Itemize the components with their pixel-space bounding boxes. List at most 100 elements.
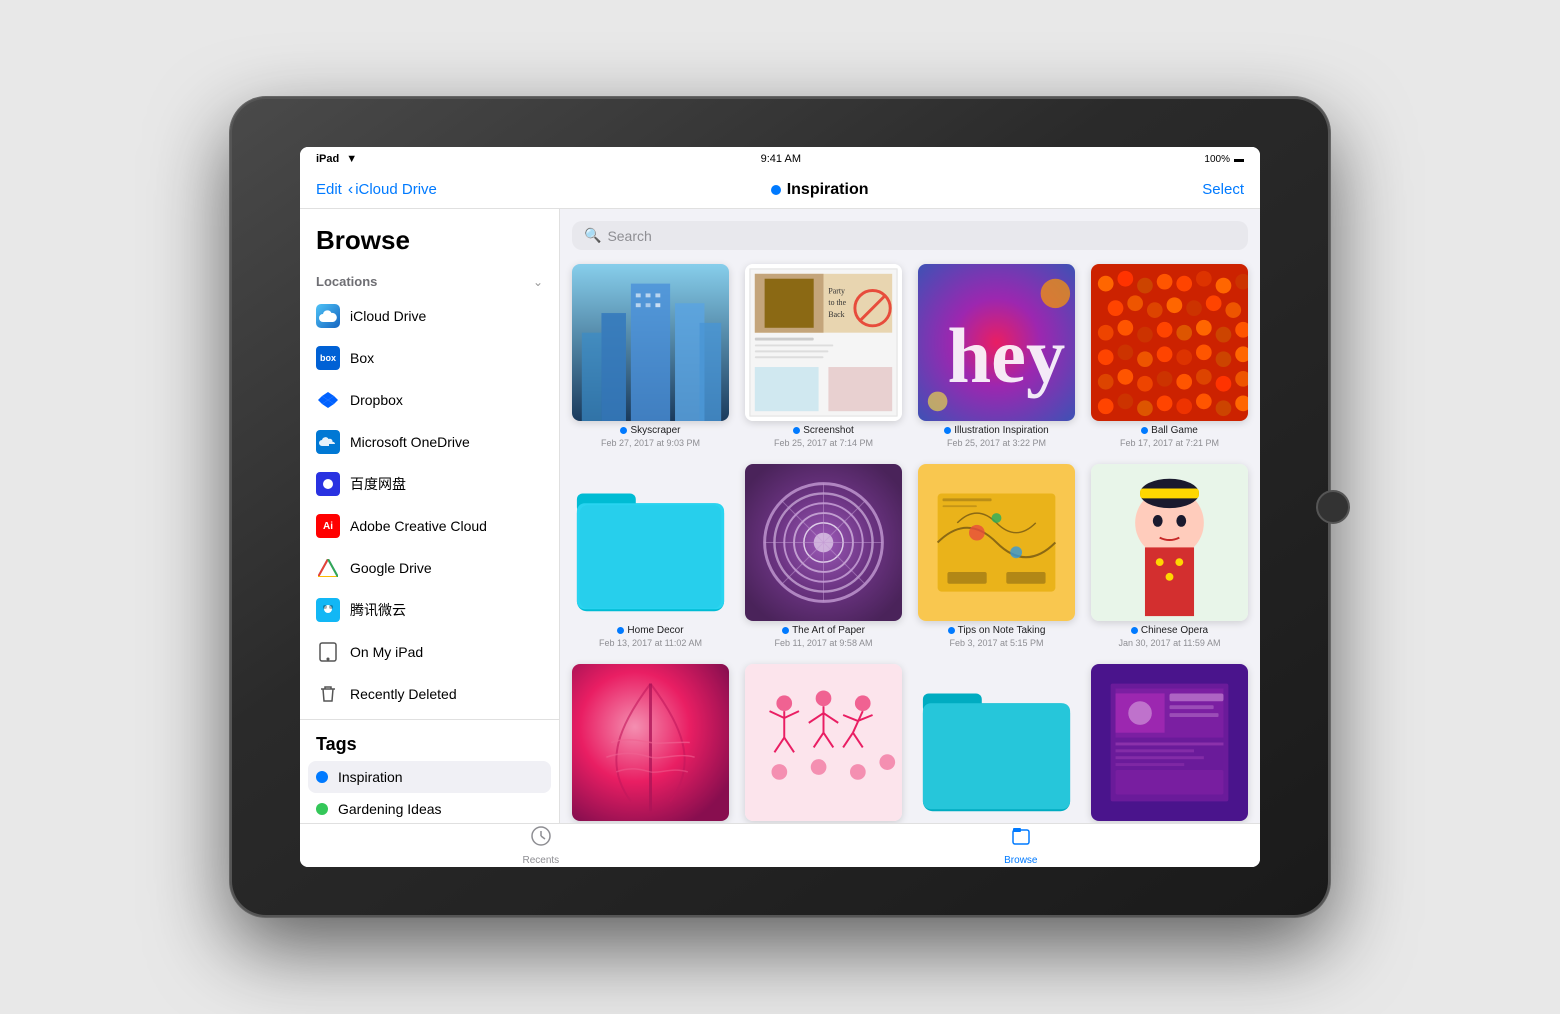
main-content: Browse Locations ⌄ iCloud Drive	[300, 209, 1260, 823]
screenshot-date: Feb 25, 2017 at 7:14 PM	[774, 438, 873, 448]
adobe-icon: Ai	[316, 514, 340, 538]
select-button[interactable]: Select	[1202, 181, 1244, 198]
skyscraper-dot	[620, 427, 627, 434]
back-button[interactable]: ‹ iCloud Drive	[348, 181, 437, 199]
baidu-label: 百度网盘	[350, 474, 406, 494]
sidebar-item-onedrive[interactable]: Microsoft OneDrive	[300, 421, 559, 463]
file-item-art-paper[interactable]: The Art of Paper Feb 11, 2017 at 9:58 AM	[745, 464, 902, 648]
file-item-home-decor[interactable]: Home Decor Feb 13, 2017 at 11:02 AM	[572, 464, 729, 648]
skyscraper-date: Feb 27, 2017 at 9:03 PM	[601, 438, 700, 448]
illustration-label-row: Illustration Inspiration	[944, 425, 1049, 436]
tab-recents[interactable]: Recents	[522, 825, 559, 866]
browse-title: Browse	[300, 225, 559, 268]
search-icon: 🔍	[584, 227, 601, 244]
status-bar: iPad ▼ 9:41 AM 100% ▬	[300, 147, 1260, 171]
file-item-chinese-opera[interactable]: Chinese Opera Jan 30, 2017 at 11:59 AM	[1091, 464, 1248, 648]
tencent-icon	[316, 598, 340, 622]
locations-label: Locations	[316, 274, 377, 289]
sidebar-item-box[interactable]: box Box	[300, 337, 559, 379]
sidebar-item-recently-deleted[interactable]: Recently Deleted	[300, 673, 559, 715]
nav-title: Inspiration	[771, 181, 869, 199]
ball-game-label-row: Ball Game	[1141, 425, 1198, 436]
locations-header[interactable]: Locations ⌄	[300, 268, 559, 295]
home-decor-dot	[617, 627, 624, 634]
inspiration-tag-label: Inspiration	[338, 769, 403, 785]
tips-name: Tips on Note Taking	[958, 625, 1046, 636]
sidebar: Browse Locations ⌄ iCloud Drive	[300, 209, 560, 823]
chinese-opera-name: Chinese Opera	[1141, 625, 1208, 636]
file-item-tips[interactable]: Tips on Note Taking Feb 3, 2017 at 5:15 …	[918, 464, 1075, 648]
illustration-dot	[944, 427, 951, 434]
tips-dot	[948, 627, 955, 634]
sidebar-item-icloud[interactable]: iCloud Drive	[300, 295, 559, 337]
chinese-opera-label-row: Chinese Opera	[1131, 625, 1208, 636]
art-paper-thumb	[745, 464, 902, 621]
onedrive-label: Microsoft OneDrive	[350, 434, 470, 450]
trash-icon	[316, 682, 340, 706]
tags-label: Tags	[316, 734, 357, 755]
time-display: 9:41 AM	[761, 153, 801, 165]
illustrations-thumb	[918, 664, 1075, 821]
onedrive-icon	[316, 430, 340, 454]
illustration-name: Illustration Inspiration	[954, 425, 1049, 436]
art-paper-date: Feb 11, 2017 at 9:58 AM	[775, 638, 873, 648]
svg-text:to the: to the	[828, 298, 846, 307]
home-decor-label-row: Home Decor	[617, 625, 683, 636]
file-item-skyscraper[interactable]: Skyscraper Feb 27, 2017 at 9:03 PM	[572, 264, 729, 448]
icloud-icon	[316, 304, 340, 328]
skyscraper-label-row: Skyscraper	[620, 425, 680, 436]
park-sketch-thumb	[745, 664, 902, 821]
file-item-pink-leaf[interactable]: Pink Leaf Jan 28, 2017 at 3:09 PM	[572, 664, 729, 823]
sidebar-item-gdrive[interactable]: Google Drive	[300, 547, 559, 589]
tag-gardening[interactable]: Gardening Ideas	[300, 793, 559, 823]
sidebar-divider	[300, 719, 559, 720]
svg-text:hey: hey	[947, 312, 1065, 399]
inspiration-dot	[771, 185, 781, 195]
file-item-ball-game[interactable]: Ball Game Feb 17, 2017 at 7:21 PM	[1091, 264, 1248, 448]
battery-label: 100%	[1204, 154, 1230, 165]
ipad-device-icon	[316, 640, 340, 664]
home-decor-name: Home Decor	[627, 625, 683, 636]
file-item-park-sketch[interactable]: Park Sketch Jan 21, 2017 at 5:35 PM	[745, 664, 902, 823]
svg-text:Back: Back	[828, 310, 844, 319]
sidebar-item-dropbox[interactable]: Dropbox	[300, 379, 559, 421]
svg-text:Party: Party	[828, 286, 845, 295]
sidebar-item-tencent[interactable]: 腾讯微云	[300, 589, 559, 631]
file-item-illustration[interactable]: hey Illustration Inspiration Feb 25, 201…	[918, 264, 1075, 448]
home-button[interactable]	[1316, 490, 1350, 524]
back-chevron-icon: ‹	[348, 181, 353, 199]
sidebar-item-adobe[interactable]: Ai Adobe Creative Cloud	[300, 505, 559, 547]
search-bar[interactable]: 🔍 Search	[572, 221, 1248, 250]
battery-icon: ▬	[1234, 154, 1244, 165]
sidebar-item-baidu[interactable]: 百度网盘	[300, 463, 559, 505]
search-placeholder: Search	[607, 228, 651, 244]
browse-tab-label: Browse	[1004, 855, 1037, 866]
illustration-date: Feb 25, 2017 at 3:22 PM	[947, 438, 1046, 448]
edit-button[interactable]: Edit	[316, 181, 342, 198]
chinese-opera-date: Jan 30, 2017 at 11:59 AM	[1119, 638, 1221, 648]
tags-header: Tags	[300, 728, 559, 761]
tag-inspiration[interactable]: Inspiration	[308, 761, 551, 793]
file-item-modern-jewelry[interactable]: Modern Jewelry Jan 14, 2017 at 9:57 AM	[1091, 664, 1248, 823]
gdrive-icon	[316, 556, 340, 580]
chinese-opera-thumb	[1091, 464, 1248, 621]
status-left: iPad ▼	[316, 153, 357, 165]
tab-browse[interactable]: Browse	[1004, 825, 1037, 866]
ipad-screen: iPad ▼ 9:41 AM 100% ▬ Edit ‹ iCloud Driv…	[300, 147, 1260, 867]
file-area: 🔍 Search	[560, 209, 1260, 823]
adobe-label: Adobe Creative Cloud	[350, 518, 487, 534]
file-item-screenshot[interactable]: Party to the Back	[745, 264, 902, 448]
locations-chevron-icon: ⌄	[533, 275, 543, 289]
tips-date: Feb 3, 2017 at 5:15 PM	[949, 638, 1043, 648]
gardening-tag-label: Gardening Ideas	[338, 801, 442, 817]
gdrive-label: Google Drive	[350, 560, 432, 576]
gardening-dot-icon	[316, 803, 328, 815]
status-right: 100% ▬	[1204, 154, 1244, 165]
art-paper-dot	[782, 627, 789, 634]
skyscraper-name: Skyscraper	[630, 425, 680, 436]
folder-title: Inspiration	[787, 181, 869, 199]
screenshot-thumb: Party to the Back	[745, 264, 902, 421]
file-item-illustrations[interactable]: Illustrations Jan 17, 2017 at 1:36 PM	[918, 664, 1075, 823]
sidebar-item-ipad[interactable]: On My iPad	[300, 631, 559, 673]
ipad-label: On My iPad	[350, 644, 423, 660]
